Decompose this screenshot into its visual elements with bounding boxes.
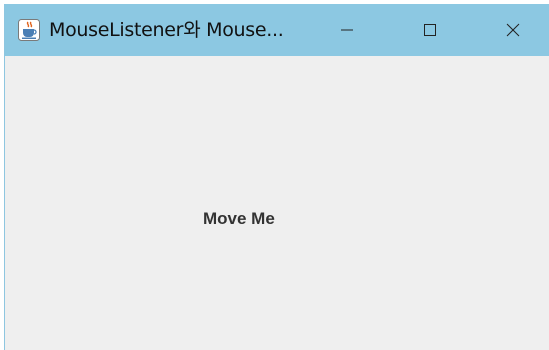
- close-button[interactable]: [490, 4, 536, 56]
- move-me-label[interactable]: Move Me: [203, 209, 275, 229]
- close-icon: [506, 23, 520, 37]
- window-title: MouseListener와 Mouse...: [49, 19, 284, 41]
- minimize-button[interactable]: [324, 4, 370, 56]
- content-panel[interactable]: Move Me: [5, 56, 549, 350]
- java-coffee-icon[interactable]: [18, 19, 40, 41]
- maximize-icon: [424, 24, 436, 36]
- app-window: MouseListener와 Mouse... Move Me: [4, 4, 549, 350]
- maximize-button[interactable]: [407, 4, 453, 56]
- title-bar[interactable]: MouseListener와 Mouse...: [5, 4, 549, 56]
- minimize-icon: [341, 29, 353, 31]
